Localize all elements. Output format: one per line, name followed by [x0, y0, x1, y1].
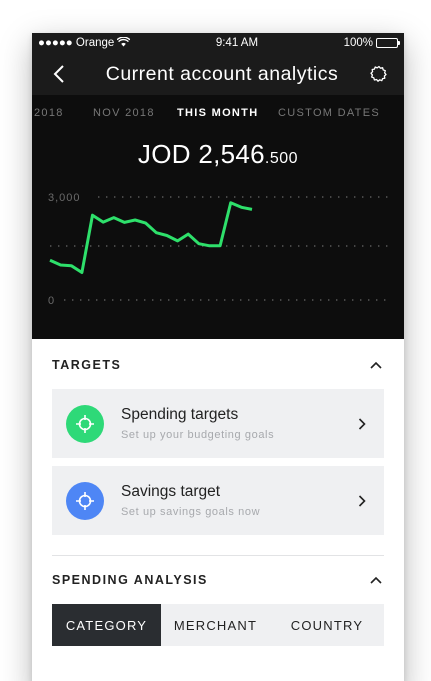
period-2018[interactable]: 2018 [34, 107, 64, 119]
spending-target-icon-circle [66, 404, 104, 443]
tab-category[interactable]: CATEGORY [52, 604, 161, 646]
balance-amount: JOD 2,546.500 [32, 131, 404, 179]
spending-targets-text: Spending targets Set up your budgeting g… [121, 406, 354, 441]
balance-line-chart: 3,000 0 [48, 192, 392, 307]
carrier-group: ●●●●● Orange [38, 36, 131, 50]
balance-whole: JOD 2,546 [137, 139, 265, 169]
chevron-up-icon [370, 361, 382, 369]
balance-series-line [49, 201, 253, 274]
wifi-icon [116, 36, 131, 50]
savings-target-subtitle: Set up savings goals now [121, 506, 261, 518]
crosshair-icon [76, 414, 94, 433]
period-selector: 2018 NOV 2018 THIS MONTH CUSTOM DATES [32, 95, 404, 131]
chevron-right-icon [354, 416, 370, 432]
savings-target-text: Savings target Set up savings goals now [121, 483, 354, 518]
savings-target-icon-circle [66, 481, 104, 520]
y-tick-0: 0 [48, 295, 54, 307]
balance-chart: 3,000 0 [32, 179, 404, 339]
savings-target-card[interactable]: Savings target Set up savings goals now [52, 466, 384, 535]
crosshair-icon [76, 491, 94, 510]
chevron-up-icon [370, 576, 382, 584]
tab-country[interactable]: COUNTRY [270, 604, 384, 646]
spending-analysis-heading: SPENDING ANALYSIS [52, 573, 208, 587]
targets-heading: TARGETS [52, 358, 122, 372]
spending-targets-subtitle: Set up your budgeting goals [121, 429, 275, 441]
page-title: Current account analytics [105, 62, 339, 85]
spending-analysis-header[interactable]: SPENDING ANALYSIS [32, 556, 404, 604]
battery-label: 100% [343, 37, 373, 49]
nav-bar: Current account analytics [32, 53, 404, 95]
collapse-spending-button[interactable] [368, 572, 384, 588]
battery-group: 100% [343, 37, 400, 49]
spending-targets-title: Spending targets [121, 406, 239, 423]
period-this-month[interactable]: THIS MONTH [177, 107, 258, 119]
chevron-left-icon [53, 65, 64, 83]
savings-target-title: Savings target [121, 483, 221, 500]
battery-icon [375, 38, 400, 48]
gear-icon [370, 65, 387, 82]
carrier-label: ●●●●● Orange [38, 37, 115, 49]
status-bar: ●●●●● Orange 9:41 AM 100% [32, 33, 404, 53]
targets-header[interactable]: TARGETS [32, 341, 404, 389]
back-button[interactable] [48, 63, 70, 85]
period-nov-2018[interactable]: NOV 2018 [93, 107, 155, 119]
y-tick-3000: 3,000 [48, 192, 81, 204]
spending-targets-card[interactable]: Spending targets Set up your budgeting g… [52, 389, 384, 458]
clock: 9:41 AM [215, 37, 259, 49]
chevron-right-icon [354, 493, 370, 509]
period-custom-dates[interactable]: CUSTOM DATES [278, 107, 380, 119]
analytics-header: ●●●●● Orange 9:41 AM 100% Current accoun… [32, 33, 404, 339]
collapse-targets-button[interactable] [368, 357, 384, 373]
phone-screen: ●●●●● Orange 9:41 AM 100% Current accoun… [32, 33, 404, 681]
spending-tabs: CATEGORY MERCHANT COUNTRY [52, 604, 384, 646]
tab-merchant[interactable]: MERCHANT [161, 604, 270, 646]
settings-button[interactable] [368, 63, 390, 85]
balance-decimal: .500 [264, 150, 299, 167]
